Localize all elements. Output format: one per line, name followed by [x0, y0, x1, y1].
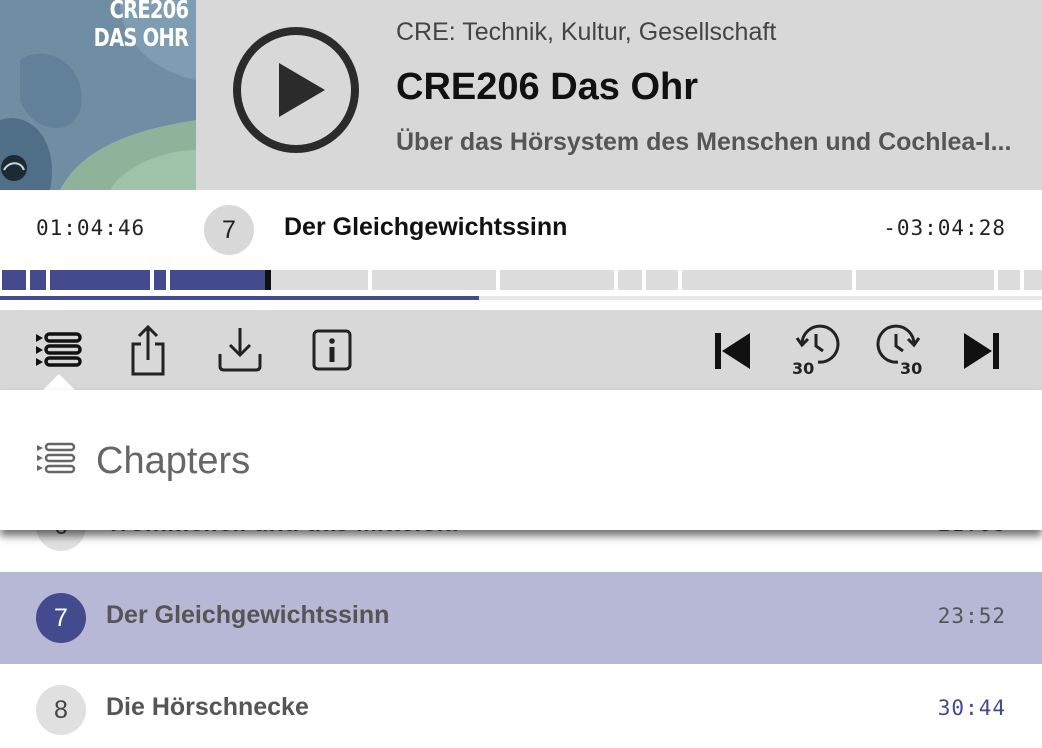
chapter-segment[interactable]: [154, 270, 166, 290]
chapter-segment[interactable]: [618, 270, 642, 290]
info-icon[interactable]: [306, 324, 358, 376]
chapter-segment[interactable]: [170, 270, 266, 290]
svg-text:30: 30: [792, 359, 814, 376]
playhead[interactable]: [265, 270, 271, 290]
play-icon[interactable]: [232, 26, 360, 154]
chapter-segment[interactable]: [30, 270, 46, 290]
chapters-icon[interactable]: [34, 324, 86, 376]
chapter-progress-bar[interactable]: [0, 270, 1042, 290]
chapter-row[interactable]: 8 Die Hörschnecke 30:44: [0, 664, 1042, 748]
chapter-segment[interactable]: [1024, 270, 1042, 290]
chapter-duration: 23:52: [937, 604, 1006, 628]
overall-progress-fill: [0, 296, 480, 300]
chapter-segment[interactable]: [500, 270, 614, 290]
forward-30-icon[interactable]: 30: [874, 324, 926, 376]
remaining-time: -03:04:28: [883, 216, 1006, 240]
player-header: CRE206 DAS OHR CRE: Technik, Kultur, Ges…: [0, 0, 1042, 190]
next-chapter-icon[interactable]: [956, 324, 1008, 376]
episode-title: CRE206 Das Ohr: [396, 66, 699, 108]
active-tab-pointer: [43, 374, 75, 390]
current-chapter-badge: 7: [204, 205, 254, 255]
cover-title: CRE206 DAS OHR: [93, 0, 188, 52]
chapters-panel-header: Chapters: [0, 390, 1042, 530]
chapter-segment[interactable]: [998, 270, 1020, 290]
share-icon[interactable]: [122, 324, 174, 376]
cover-title-line1: CRE206: [109, 0, 188, 24]
podcast-title: CRE: Technik, Kultur, Gesellschaft: [396, 18, 777, 46]
chapters-panel-title: Chapters: [96, 440, 251, 482]
chapter-number: 8: [36, 685, 86, 735]
elapsed-time: 01:04:46: [36, 216, 146, 240]
episode-cover: CRE206 DAS OHR: [0, 0, 196, 190]
chapter-segment[interactable]: [2, 270, 26, 290]
toolbar: 30 30: [0, 310, 1042, 390]
chapter-segment[interactable]: [646, 270, 678, 290]
chapter-segment[interactable]: [50, 270, 150, 290]
episode-subtitle: Über das Hörsystem des Menschen und Coch…: [396, 128, 1012, 156]
svg-text:30: 30: [900, 359, 922, 376]
current-chapter-title: Der Gleichgewichtssinn: [284, 213, 568, 241]
chapter-title: Der Gleichgewichtssinn: [106, 601, 390, 629]
chapter-segment[interactable]: [270, 270, 368, 290]
cover-title-line2: DAS OHR: [93, 23, 188, 52]
chapter-number: 7: [36, 593, 86, 643]
chapter-segment[interactable]: [682, 270, 852, 290]
overall-progress-track[interactable]: [0, 296, 1042, 300]
chapter-duration[interactable]: 30:44: [938, 696, 1006, 720]
rewind-30-icon[interactable]: 30: [788, 324, 840, 376]
chapter-segment[interactable]: [372, 270, 496, 290]
chapter-title: Die Hörschnecke: [106, 693, 309, 721]
chapters-icon: [37, 442, 76, 474]
download-icon[interactable]: [214, 324, 266, 376]
chapter-segment[interactable]: [856, 270, 994, 290]
previous-chapter-icon[interactable]: [706, 324, 758, 376]
chapter-row-active[interactable]: 7 Der Gleichgewichtssinn 23:52: [0, 572, 1042, 664]
